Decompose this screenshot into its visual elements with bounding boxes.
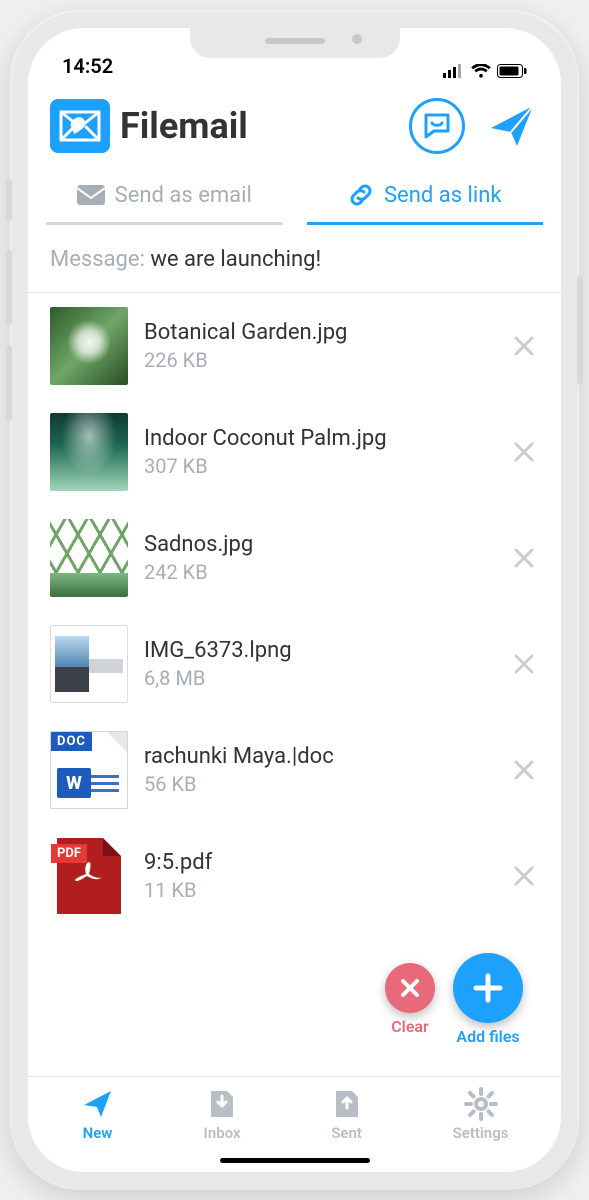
file-name: 9:5.pdf: [144, 850, 493, 875]
bottom-nav: New Inbox Sent Settings: [28, 1076, 561, 1148]
status-time: 14:52: [62, 54, 113, 78]
remove-file-button[interactable]: [509, 861, 539, 891]
notch: [190, 28, 400, 58]
mute-switch: [6, 180, 12, 220]
clear-label: Clear: [391, 1017, 429, 1036]
file-thumbnail-pdf-icon: PDF: [50, 837, 128, 915]
remove-file-button[interactable]: [509, 543, 539, 573]
sent-icon: [330, 1087, 364, 1121]
add-files-button[interactable]: Add files: [453, 953, 523, 1046]
cellular-icon: [443, 64, 465, 78]
nav-label: Sent: [331, 1124, 362, 1142]
file-name: Botanical Garden.jpg: [144, 320, 493, 345]
file-size: 307 KB: [144, 454, 493, 478]
brand-name: Filemail: [120, 105, 248, 147]
file-item: Botanical Garden.jpg 226 KB: [28, 293, 561, 399]
tab-label: Send as link: [384, 183, 502, 208]
file-thumbnail: [50, 413, 128, 491]
nav-label: Settings: [453, 1124, 509, 1142]
close-icon: [513, 759, 535, 781]
brand: Filemail: [50, 99, 248, 153]
screen: 14:52 Filemail: [28, 28, 561, 1172]
status-icons: [443, 64, 527, 78]
file-item: Indoor Coconut Palm.jpg 307 KB: [28, 399, 561, 505]
brand-logo-icon: [50, 99, 110, 153]
file-item: PDF 9:5.pdf 11 KB: [28, 823, 561, 929]
plus-icon: [471, 971, 505, 1005]
battery-icon: [497, 64, 527, 78]
file-size: 226 KB: [144, 348, 493, 372]
volume-down-button: [6, 345, 12, 420]
file-thumbnail: [50, 519, 128, 597]
file-item: DOC W rachunki Maya.|doc 56 KB: [28, 717, 561, 823]
paper-plane-icon: [487, 100, 539, 152]
home-indicator[interactable]: [28, 1148, 561, 1172]
support-chat-button[interactable]: [409, 98, 465, 154]
send-button[interactable]: [487, 100, 539, 152]
inbox-icon: [205, 1087, 239, 1121]
remove-file-button[interactable]: [509, 331, 539, 361]
add-files-label: Add files: [456, 1027, 519, 1046]
link-icon: [348, 182, 374, 208]
file-thumbnail: [50, 625, 128, 703]
nav-inbox[interactable]: Inbox: [204, 1087, 241, 1142]
file-name: Sadnos.jpg: [144, 532, 493, 557]
remove-file-button[interactable]: [509, 649, 539, 679]
tab-send-as-link[interactable]: Send as link: [307, 172, 544, 225]
nav-label: Inbox: [204, 1124, 241, 1142]
message-field[interactable]: Message: we are launching!: [28, 225, 561, 293]
remove-file-button[interactable]: [509, 755, 539, 785]
wifi-icon: [471, 64, 491, 78]
phone-frame: 14:52 Filemail: [10, 10, 579, 1190]
file-thumbnail: [50, 307, 128, 385]
chat-smile-icon: [422, 111, 452, 141]
tab-send-as-email[interactable]: Send as email: [46, 172, 283, 225]
close-icon: [513, 865, 535, 887]
file-size: 11 KB: [144, 878, 493, 902]
power-button: [577, 275, 583, 385]
paper-plane-icon: [81, 1087, 115, 1121]
app-header: Filemail: [28, 80, 561, 162]
clear-button[interactable]: Clear: [385, 953, 435, 1036]
file-size: 6,8 MB: [144, 666, 493, 690]
floating-actions: Clear Add files: [385, 953, 523, 1046]
message-value: we are launching!: [150, 247, 321, 272]
nav-settings[interactable]: Settings: [453, 1087, 509, 1142]
nav-new[interactable]: New: [81, 1087, 115, 1142]
close-icon: [399, 977, 421, 999]
remove-file-button[interactable]: [509, 437, 539, 467]
file-name: IMG_6373.lpng: [144, 638, 493, 663]
file-item: Sadnos.jpg 242 KB: [28, 505, 561, 611]
file-size: 56 KB: [144, 772, 493, 796]
volume-up-button: [6, 250, 12, 325]
close-icon: [513, 547, 535, 569]
tab-label: Send as email: [115, 183, 252, 208]
message-label: Message:: [50, 247, 145, 272]
gear-icon: [464, 1087, 498, 1121]
file-size: 242 KB: [144, 560, 493, 584]
nav-sent[interactable]: Sent: [330, 1087, 364, 1142]
envelope-icon: [77, 185, 105, 205]
file-name: rachunki Maya.|doc: [144, 744, 493, 769]
acrobat-icon: [72, 859, 106, 893]
close-icon: [513, 653, 535, 675]
close-icon: [513, 441, 535, 463]
file-item: IMG_6373.lpng 6,8 MB: [28, 611, 561, 717]
nav-label: New: [83, 1124, 113, 1142]
file-thumbnail-doc-icon: DOC W: [50, 731, 128, 809]
file-name: Indoor Coconut Palm.jpg: [144, 426, 493, 451]
send-mode-tabs: Send as email Send as link: [28, 162, 561, 225]
close-icon: [513, 335, 535, 357]
